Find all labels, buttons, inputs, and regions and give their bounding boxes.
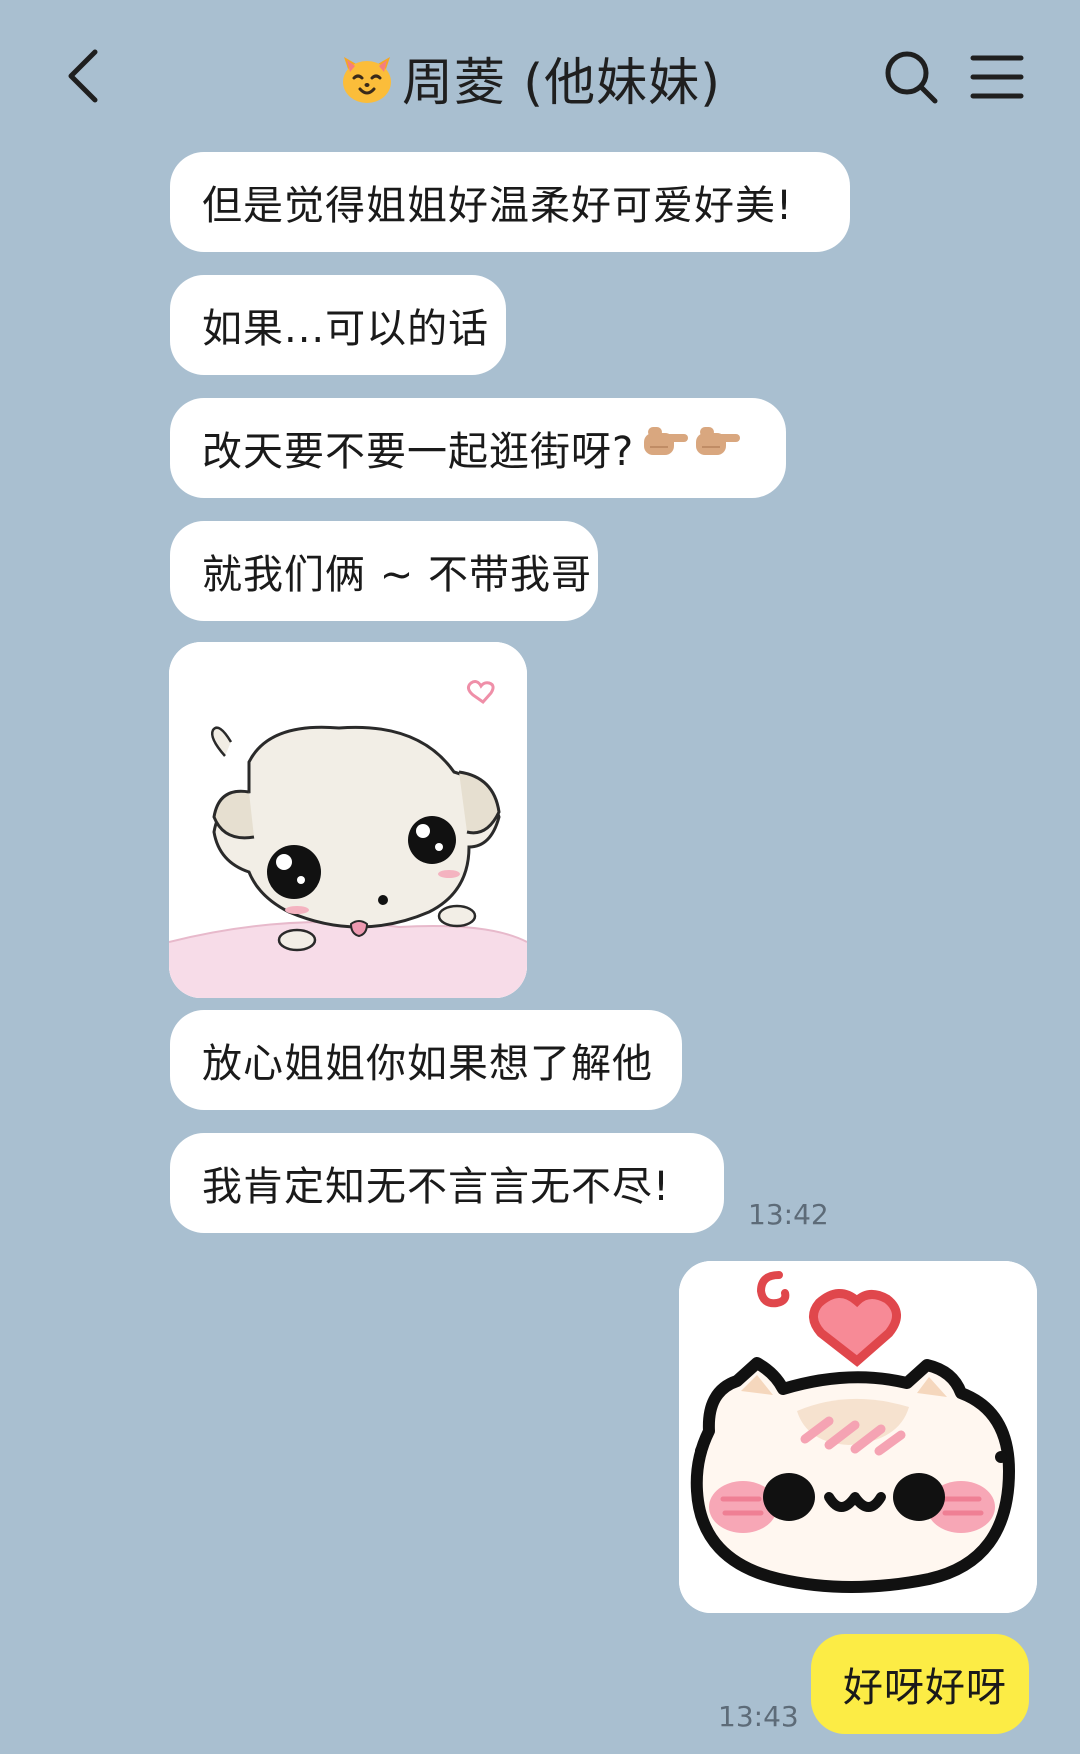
chat-title[interactable]: 周菱 (他妹妹) bbox=[338, 40, 721, 116]
back-button[interactable] bbox=[48, 38, 118, 114]
sticker-message[interactable] bbox=[679, 1261, 1037, 1613]
menu-button[interactable] bbox=[962, 42, 1032, 112]
message-text: 好呀好呀 bbox=[843, 1665, 1007, 1711]
message-bubble[interactable]: 好呀好呀 bbox=[811, 1634, 1029, 1734]
cat-face-emoji bbox=[338, 49, 396, 107]
sticker-message[interactable] bbox=[169, 642, 527, 998]
message-text: 我肯定知无不言言无不尽! bbox=[202, 1164, 671, 1210]
message-text: 就我们俩 ~ 不带我哥 bbox=[202, 552, 592, 598]
cute-white-dog-sticker bbox=[169, 642, 527, 998]
search-icon bbox=[885, 51, 938, 104]
message-text: 如果...可以的话 bbox=[202, 306, 490, 352]
chat-screen: 周菱 (他妹妹) 但是觉得姐姐好温柔好可爱好美! 如果...可以的话 改天要不要… bbox=[0, 0, 1080, 1754]
pointing-fingers-emoji bbox=[642, 421, 746, 475]
message-text: 放心姐姐你如果想了解他 bbox=[202, 1041, 653, 1087]
chevron-left-icon bbox=[68, 49, 98, 103]
message-bubble[interactable]: 但是觉得姐姐好温柔好可爱好美! bbox=[170, 152, 850, 252]
message-bubble[interactable]: 就我们俩 ~ 不带我哥 bbox=[170, 521, 598, 621]
menu-icon bbox=[970, 55, 1024, 99]
message-text: 但是觉得姐姐好温柔好可爱好美! bbox=[202, 183, 794, 229]
search-button[interactable] bbox=[876, 42, 946, 112]
message-bubble[interactable]: 如果...可以的话 bbox=[170, 275, 506, 375]
message-timestamp: 13:42 bbox=[748, 1198, 829, 1231]
message-bubble[interactable]: 放心姐姐你如果想了解他 bbox=[170, 1010, 682, 1110]
blushing-cat-sticker bbox=[679, 1261, 1037, 1613]
message-bubble[interactable]: 改天要不要一起逛街呀? bbox=[170, 398, 786, 498]
message-text: 改天要不要一起逛街呀? bbox=[202, 429, 635, 475]
message-timestamp: 13:43 bbox=[718, 1700, 799, 1733]
chat-title-text: 周菱 (他妹妹) bbox=[402, 54, 722, 113]
message-bubble[interactable]: 我肯定知无不言言无不尽! bbox=[170, 1133, 724, 1233]
chat-header: 周菱 (他妹妹) bbox=[0, 0, 1080, 150]
